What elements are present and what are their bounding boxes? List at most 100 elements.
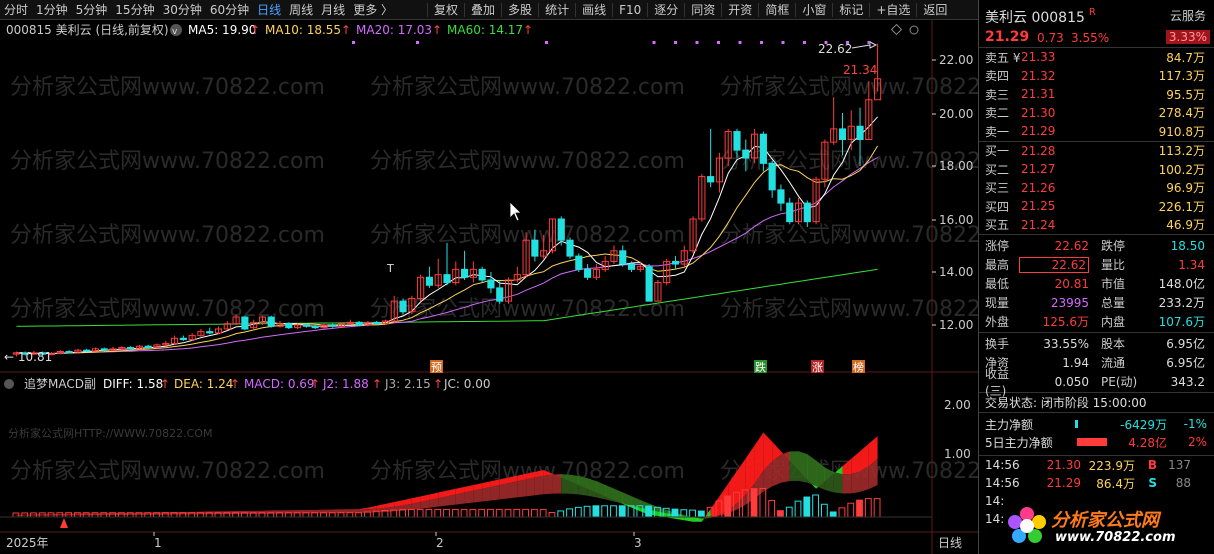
macd-label: MACD: 0.69 bbox=[244, 377, 315, 391]
quote-header: 美利云 000815 R 云服务 21.29 0.73 3.55% 3.33% bbox=[979, 0, 1214, 48]
candle-down bbox=[575, 255, 583, 270]
macd-histogram-bar bbox=[337, 512, 345, 518]
tool-open[interactable]: 开资 bbox=[724, 0, 756, 20]
dea-ribbon bbox=[587, 478, 597, 498]
divider bbox=[795, 2, 797, 17]
ma10-label: MA10: 18.55 bbox=[265, 23, 341, 37]
candle-down bbox=[267, 316, 275, 327]
stat-value: 1.34 bbox=[1178, 257, 1205, 272]
stat-value: 107.6万 bbox=[1158, 315, 1205, 329]
ask-row[interactable]: 卖三 21.31 95.5万 bbox=[979, 85, 1214, 104]
macd-histogram-bar bbox=[645, 505, 653, 518]
macd-histogram-bar bbox=[697, 510, 705, 518]
ma60-label: MA60: 14.17 bbox=[447, 23, 523, 37]
ask-volume: 95.5万 bbox=[1166, 87, 1205, 102]
watermark-url: 分析家公式网HTTP://WWW.70822.COM bbox=[8, 426, 212, 440]
ask-label: 卖五 ¥ bbox=[985, 50, 1021, 65]
tool-f10[interactable]: F10 bbox=[615, 0, 645, 20]
stat-value: 125.6万 bbox=[1042, 315, 1089, 329]
chart-area[interactable]: 分析家公式网www.70822.com 分析家公式网www.70822.com … bbox=[0, 20, 1035, 554]
dea-ribbon bbox=[798, 451, 808, 483]
signal-dot bbox=[781, 41, 785, 44]
jc-label: JC: 0.00 bbox=[443, 377, 491, 391]
ask-label: 卖四 bbox=[985, 69, 1010, 84]
ask-label: 卖二 bbox=[985, 106, 1010, 121]
flow-label: 5日主力净额 bbox=[985, 435, 1053, 450]
dea-ribbon bbox=[578, 476, 588, 496]
stat-label: PE(动) bbox=[1101, 375, 1138, 389]
ask-row[interactable]: 卖一 21.29 910.8万 bbox=[979, 122, 1214, 141]
diff-label: DIFF: 1.58 bbox=[103, 377, 163, 391]
candle-down bbox=[425, 276, 433, 286]
back-button[interactable]: 返回 bbox=[919, 0, 951, 20]
flow-row: 5日主力净额 4.28亿 2% bbox=[979, 433, 1214, 451]
bid-row[interactable]: 买一 21.28 113.2万 bbox=[979, 142, 1214, 161]
ask-row[interactable]: 卖二 21.30 278.4万 bbox=[979, 104, 1214, 123]
tool-small-window[interactable]: 小窗 bbox=[798, 0, 830, 20]
period-tab[interactable]: 分时 bbox=[0, 0, 32, 20]
add-favorite-button[interactable]: +自选 bbox=[872, 0, 914, 20]
stat-row: 外盘 125.6万 内盘 107.6万 bbox=[979, 312, 1214, 331]
tool-simple[interactable]: 简框 bbox=[761, 0, 793, 20]
bid-row[interactable]: 买二 21.27 100.2万 bbox=[979, 160, 1214, 179]
tick-row: 14:56 21.29 86.4万 S 88 bbox=[979, 474, 1214, 492]
bid-label: 买一 bbox=[985, 144, 1010, 159]
ask-price: 21.33 bbox=[1021, 50, 1056, 65]
period-more[interactable]: 更多 〉 bbox=[349, 0, 397, 20]
stat-row: 涨停 22.62 跌停 18.50 bbox=[979, 236, 1214, 255]
tool-tick[interactable]: 逐分 bbox=[650, 0, 682, 20]
bid-row[interactable]: 买四 21.25 226.1万 bbox=[979, 197, 1214, 216]
logo: 分析家公式网 www.70822.com bbox=[1007, 504, 1211, 550]
ask-row[interactable]: 卖四 21.32 117.3万 bbox=[979, 67, 1214, 86]
signal-dot bbox=[824, 41, 828, 44]
circle-icon bbox=[909, 25, 919, 35]
candle-down bbox=[531, 239, 539, 257]
stock-name: 美利云 000815 R bbox=[985, 7, 1096, 26]
cloud-service-button[interactable]: 云服务 bbox=[1166, 6, 1210, 25]
period-tab[interactable]: 30分钟 bbox=[159, 0, 206, 20]
candle-down bbox=[329, 324, 337, 327]
period-tab[interactable]: 1分钟 bbox=[32, 0, 72, 20]
price-change: 0.73 bbox=[1037, 31, 1064, 45]
tick-time: 14:56 bbox=[985, 476, 1020, 490]
macd-histogram-bar bbox=[548, 511, 556, 518]
macd-histogram-bar bbox=[847, 502, 855, 518]
ask-row[interactable]: 卖五 ¥21.33 84.7万 bbox=[979, 48, 1214, 67]
r-flag: R bbox=[1088, 7, 1096, 18]
dea-ribbon bbox=[789, 451, 799, 481]
period-tab[interactable]: 60分钟 bbox=[206, 0, 253, 20]
divider bbox=[721, 2, 723, 17]
divider bbox=[758, 2, 760, 17]
tool-draw[interactable]: 画线 bbox=[578, 0, 610, 20]
signal-dot bbox=[738, 41, 742, 44]
bid-row[interactable]: 买三 21.26 96.9万 bbox=[979, 179, 1214, 198]
tool-overlay[interactable]: 叠加 bbox=[467, 0, 499, 20]
header-icons[interactable] bbox=[890, 23, 919, 36]
watermark-text: 分析家公式网www.70822.com bbox=[10, 75, 325, 100]
dea-ribbon bbox=[86, 513, 96, 516]
tool-stats[interactable]: 统计 bbox=[541, 0, 573, 20]
bid-row[interactable]: 买五 21.24 46.9万 bbox=[979, 216, 1214, 235]
divider bbox=[575, 2, 577, 17]
stat-value: 1.94 bbox=[1062, 355, 1089, 370]
period-tab[interactable]: 15分钟 bbox=[111, 0, 158, 20]
candle-down bbox=[496, 287, 504, 302]
price-axis-label: 18.00 bbox=[939, 159, 973, 173]
tool-mark[interactable]: 标记 bbox=[835, 0, 867, 20]
tool-same[interactable]: 同资 bbox=[687, 0, 719, 20]
candle-down bbox=[65, 351, 73, 353]
period-tab-daily[interactable]: 日线 bbox=[253, 0, 285, 20]
period-tab[interactable]: 5分钟 bbox=[72, 0, 112, 20]
stat-value: 22.62 bbox=[1019, 256, 1089, 273]
ma5-arrow: ↑ bbox=[250, 23, 260, 37]
candle-down bbox=[83, 349, 91, 352]
tool-fuquan[interactable]: 复权 bbox=[430, 0, 462, 20]
tool-multi[interactable]: 多股 bbox=[504, 0, 536, 20]
macd-histogram-bar bbox=[812, 494, 819, 518]
period-tab[interactable]: 月线 bbox=[317, 0, 349, 20]
period-tab[interactable]: 周线 bbox=[285, 0, 317, 20]
bid-volume: 226.1万 bbox=[1158, 199, 1205, 214]
signal-dot bbox=[674, 41, 677, 44]
kline-chart[interactable]: 分析家公式网www.70822.com 分析家公式网www.70822.com … bbox=[0, 20, 1035, 554]
stat-value: 0.050 bbox=[1054, 374, 1089, 389]
